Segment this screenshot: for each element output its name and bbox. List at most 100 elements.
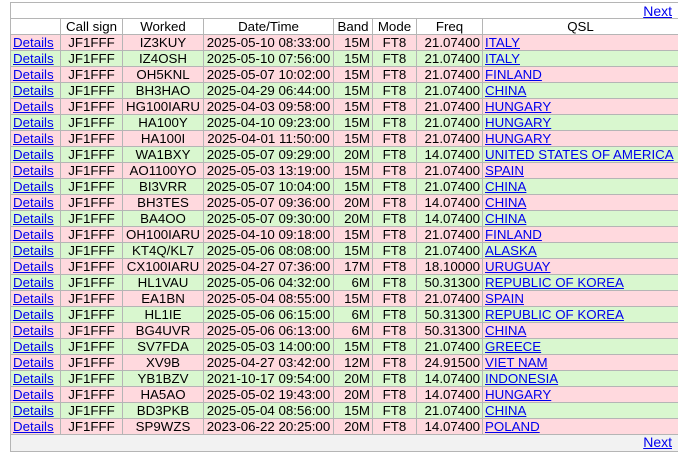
call-sign-cell: JF1FFF: [60, 242, 123, 259]
details-link[interactable]: Details: [13, 404, 54, 418]
details-link[interactable]: Details: [13, 228, 54, 242]
details-link[interactable]: Details: [13, 196, 54, 210]
qsl-link[interactable]: UNITED STATES OF AMERICA: [485, 148, 674, 162]
table-row: Details JF1FFF OH100IARU 2025-04-10 09:18:0…: [10, 226, 678, 243]
qsl-link[interactable]: URUGUAY: [485, 260, 551, 274]
details-link[interactable]: Details: [13, 356, 54, 370]
freq-cell: 21.07400: [416, 402, 483, 419]
freq-cell: 24.91500: [416, 354, 483, 371]
details-link[interactable]: Details: [13, 180, 54, 194]
next-page-link-bottom[interactable]: Next: [643, 434, 672, 450]
qsl-link[interactable]: HUNGARY: [485, 132, 551, 146]
details-link[interactable]: Details: [13, 388, 54, 402]
qsl-link[interactable]: CHINA: [485, 404, 526, 418]
details-link[interactable]: Details: [13, 372, 54, 386]
details-link[interactable]: Details: [13, 84, 54, 98]
details-link[interactable]: Details: [13, 148, 54, 162]
qsl-link[interactable]: SPAIN: [485, 164, 524, 178]
call-sign-cell: JF1FFF: [60, 34, 123, 51]
date-time-cell: 2025-05-10 07:56:00: [203, 50, 334, 67]
freq-cell: 14.07400: [416, 194, 483, 211]
qsl-link[interactable]: CHINA: [485, 324, 526, 338]
qsl-link[interactable]: POLAND: [485, 420, 540, 434]
date-time-cell: 2025-05-06 06:15:00: [203, 306, 334, 323]
band-cell: 6M: [333, 274, 373, 291]
qsl-link[interactable]: SPAIN: [485, 292, 524, 306]
mode-cell: FT8: [372, 82, 417, 99]
details-link-cell: Details: [10, 34, 61, 51]
band-cell: 15M: [333, 50, 373, 67]
qsl-link[interactable]: INDONESIA: [485, 372, 558, 386]
freq-cell: 21.07400: [416, 130, 483, 147]
header-worked: Worked: [122, 18, 204, 35]
qsl-link[interactable]: CHINA: [485, 212, 526, 226]
details-link[interactable]: Details: [13, 308, 54, 322]
qsl-link[interactable]: GREECE: [485, 340, 541, 354]
date-time-cell: 2025-05-06 08:08:00: [203, 242, 334, 259]
qsl-link-cell: REPUBLIC OF KOREA: [482, 274, 678, 291]
details-link[interactable]: Details: [13, 164, 54, 178]
table-row: Details JF1FFF HL1VAU 2025-05-06 04:32:00 6M…: [10, 274, 678, 291]
table-row: Details JF1FFF SV7FDA 2025-05-03 14:00:00 15…: [10, 338, 678, 355]
details-link[interactable]: Details: [13, 260, 54, 274]
qsl-link[interactable]: HUNGARY: [485, 100, 551, 114]
freq-cell: 14.07400: [416, 210, 483, 227]
qsl-link[interactable]: HUNGARY: [485, 388, 551, 402]
call-sign-cell: JF1FFF: [60, 402, 123, 419]
qsl-link[interactable]: FINLAND: [485, 68, 542, 82]
qsl-link[interactable]: REPUBLIC OF KOREA: [485, 308, 624, 322]
qsl-link[interactable]: CHINA: [485, 180, 526, 194]
date-time-cell: 2025-05-04 08:56:00: [203, 402, 334, 419]
freq-cell: 21.07400: [416, 226, 483, 243]
qsl-link[interactable]: FINLAND: [485, 228, 542, 242]
qsl-link[interactable]: HUNGARY: [485, 116, 551, 130]
worked-cell: WA1BXY: [122, 146, 204, 163]
call-sign-cell: JF1FFF: [60, 386, 123, 403]
details-link[interactable]: Details: [13, 276, 54, 290]
details-link[interactable]: Details: [13, 52, 54, 66]
freq-cell: 14.07400: [416, 370, 483, 387]
band-cell: 15M: [333, 114, 373, 131]
next-page-link-top[interactable]: Next: [643, 3, 672, 19]
call-sign-cell: JF1FFF: [60, 146, 123, 163]
date-time-cell: 2025-04-01 11:50:00: [203, 130, 334, 147]
details-link[interactable]: Details: [13, 324, 54, 338]
band-cell: 15M: [333, 226, 373, 243]
table-row: Details JF1FFF BI3VRR 2025-05-07 10:04:00 15…: [10, 178, 678, 195]
band-cell: 20M: [333, 370, 373, 387]
qsl-link-cell: ITALY: [482, 34, 678, 51]
details-link[interactable]: Details: [13, 420, 54, 434]
details-link[interactable]: Details: [13, 68, 54, 82]
details-link[interactable]: Details: [13, 36, 54, 50]
qsl-link[interactable]: REPUBLIC OF KOREA: [485, 276, 624, 290]
details-link-cell: Details: [10, 418, 61, 435]
details-link[interactable]: Details: [13, 244, 54, 258]
call-sign-cell: JF1FFF: [60, 194, 123, 211]
details-link[interactable]: Details: [13, 100, 54, 114]
mode-cell: FT8: [372, 306, 417, 323]
qsl-link[interactable]: CHINA: [485, 196, 526, 210]
table-row: Details JF1FFF IZ4OSH 2025-05-10 07:56:00 15…: [10, 50, 678, 67]
qsl-link[interactable]: VIET NAM: [485, 356, 548, 370]
details-link[interactable]: Details: [13, 116, 54, 130]
table-row: Details JF1FFF IZ3KUY 2025-05-10 08:33:00 15…: [10, 34, 678, 51]
header-actions: [10, 18, 61, 35]
worked-cell: AO1100YO: [122, 162, 204, 179]
table-row: Details JF1FFF BA4OO 2025-05-07 09:30:00 20M…: [10, 210, 678, 227]
details-link[interactable]: Details: [13, 292, 54, 306]
qsl-link[interactable]: ITALY: [485, 52, 520, 66]
details-link[interactable]: Details: [13, 340, 54, 354]
mode-cell: FT8: [372, 354, 417, 371]
qsl-link-cell: FINLAND: [482, 66, 678, 83]
details-link[interactable]: Details: [13, 212, 54, 226]
worked-cell: HA100I: [122, 130, 204, 147]
worked-cell: HA100Y: [122, 114, 204, 131]
details-link[interactable]: Details: [13, 132, 54, 146]
call-sign-cell: JF1FFF: [60, 290, 123, 307]
qsl-link[interactable]: ALASKA: [485, 244, 537, 258]
band-cell: 20M: [333, 194, 373, 211]
qsl-link[interactable]: CHINA: [485, 84, 526, 98]
qsl-link[interactable]: ITALY: [485, 36, 520, 50]
header-date-time: Date/Time: [203, 18, 334, 35]
details-link-cell: Details: [10, 338, 61, 355]
